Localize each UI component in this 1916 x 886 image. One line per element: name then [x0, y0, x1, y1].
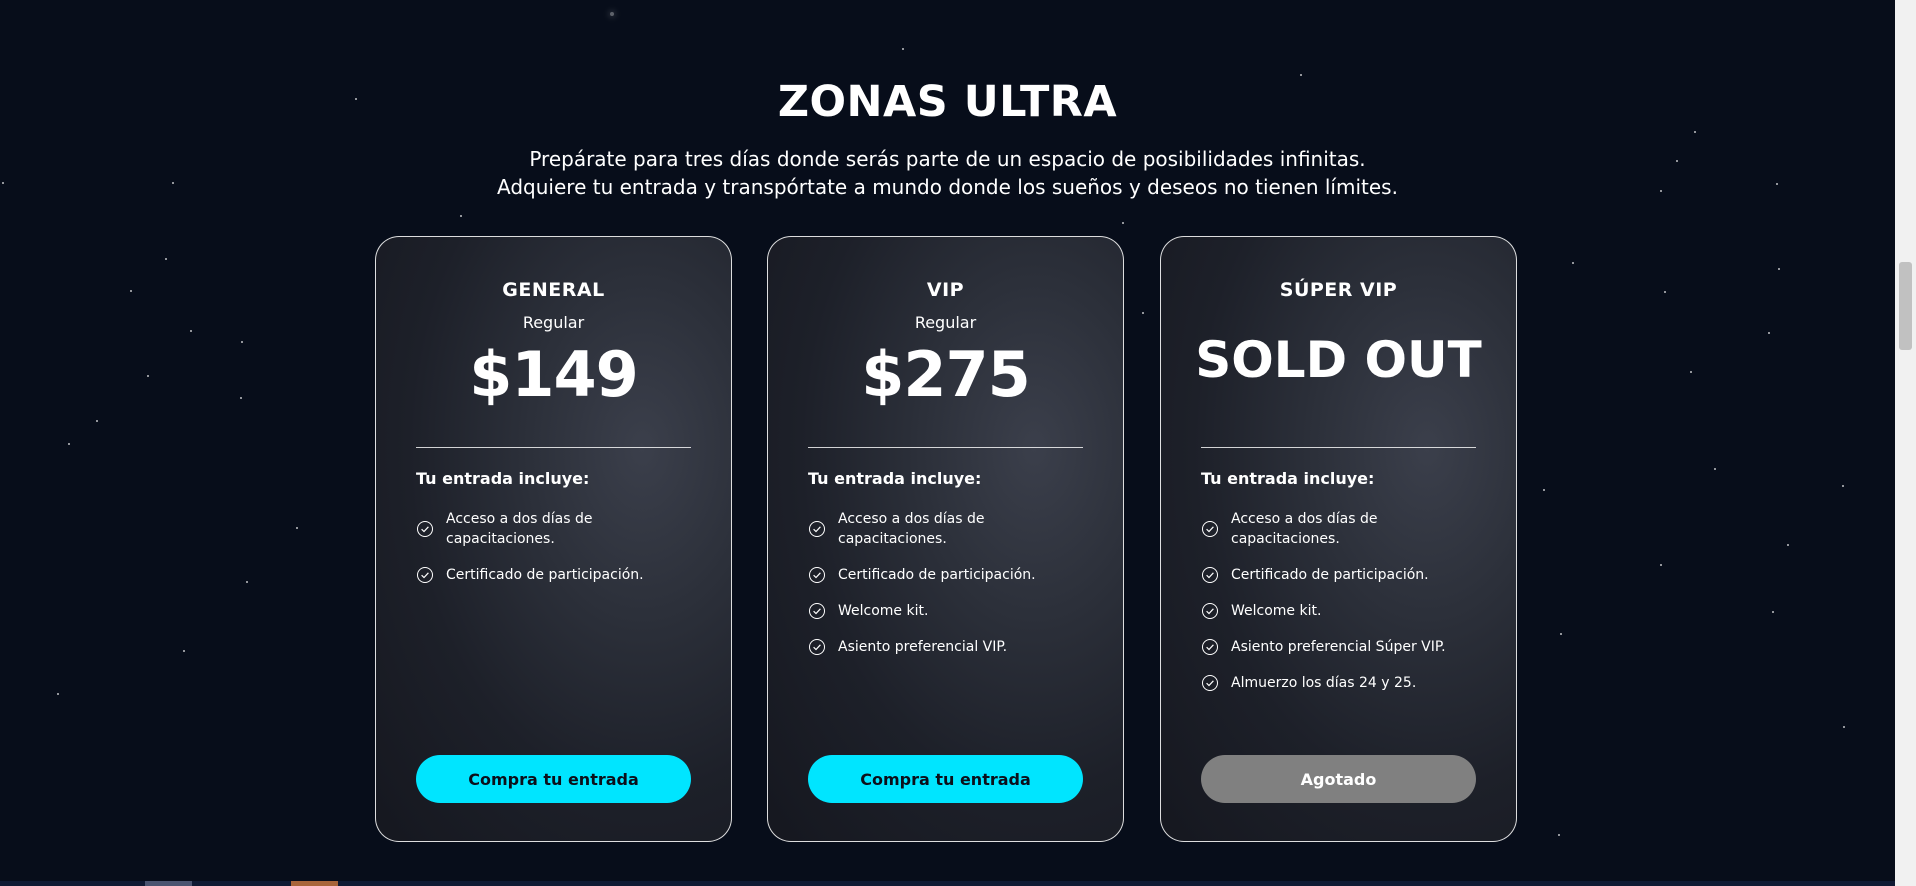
- feature-list: Acceso a dos días de capacitaciones. Cer…: [416, 509, 701, 601]
- check-circle-icon: [1202, 675, 1218, 691]
- feature-list: Acceso a dos días de capacitaciones. Cer…: [808, 509, 1093, 673]
- feature-text: Acceso a dos días de capacitaciones.: [446, 511, 593, 547]
- tier-name: SÚPER VIP: [1279, 279, 1398, 301]
- check-circle-icon: [1202, 521, 1218, 537]
- feature-text: Almuerzo los días 24 y 25.: [1231, 675, 1417, 691]
- tier-price: $149: [469, 338, 639, 411]
- feature-list: Acceso a dos días de capacitaciones. Cer…: [1201, 509, 1486, 709]
- ticket-card-general: GENERAL Regular $149 Tu entrada incluye:…: [375, 236, 732, 842]
- check-circle-icon: [809, 603, 825, 619]
- footer-tab: [145, 881, 192, 886]
- feature-text: Certificado de participación.: [838, 567, 1036, 583]
- pricing-section: ZONAS ULTRA Prepárate para tres días don…: [0, 0, 1895, 886]
- buy-ticket-button[interactable]: Compra tu entrada: [808, 755, 1083, 803]
- ticket-card-vip: VIP Regular $275 Tu entrada incluye: Acc…: [767, 236, 1124, 842]
- feature-text: Asiento preferencial Súper VIP.: [1231, 639, 1446, 655]
- feature-item: Acceso a dos días de capacitaciones.: [1201, 509, 1486, 549]
- subtitle-line-2: Adquiere tu entrada y transpórtate a mun…: [497, 175, 1398, 199]
- ticket-card-super-vip: SÚPER VIP SOLD OUT Tu entrada incluye: A…: [1160, 236, 1517, 842]
- check-circle-icon: [1202, 567, 1218, 583]
- feature-item: Certificado de participación.: [808, 565, 1093, 585]
- check-circle-icon: [809, 639, 825, 655]
- check-circle-icon: [417, 567, 433, 583]
- includes-label: Tu entrada incluye:: [416, 469, 590, 488]
- divider: [1201, 447, 1476, 448]
- includes-label: Tu entrada incluye:: [808, 469, 982, 488]
- feature-item: Asiento preferencial Súper VIP.: [1201, 637, 1486, 657]
- feature-text: Certificado de participación.: [446, 567, 644, 583]
- page-scrollbar[interactable]: [1895, 0, 1916, 886]
- sold-out-label: SOLD OUT: [1195, 331, 1482, 389]
- check-circle-icon: [809, 567, 825, 583]
- tier-price: $275: [861, 338, 1031, 411]
- footer-strip: [0, 881, 1895, 886]
- feature-text: Acceso a dos días de capacitaciones.: [838, 511, 985, 547]
- check-circle-icon: [417, 521, 433, 537]
- feature-text: Acceso a dos días de capacitaciones.: [1231, 511, 1378, 547]
- tier-name: VIP: [926, 279, 965, 301]
- feature-text: Certificado de participación.: [1231, 567, 1429, 583]
- feature-item: Asiento preferencial VIP.: [808, 637, 1093, 657]
- tier-name: GENERAL: [502, 279, 605, 301]
- section-subtitle: Prepárate para tres días donde serás par…: [0, 145, 1895, 201]
- check-circle-icon: [809, 521, 825, 537]
- feature-item: Welcome kit.: [808, 601, 1093, 621]
- tier-subtitle: Regular: [522, 313, 585, 332]
- check-circle-icon: [1202, 639, 1218, 655]
- feature-item: Certificado de participación.: [1201, 565, 1486, 585]
- divider: [808, 447, 1083, 448]
- section-title: ZONAS ULTRA: [777, 77, 1118, 127]
- tier-subtitle: Regular: [914, 313, 977, 332]
- feature-text: Asiento preferencial VIP.: [838, 639, 1008, 655]
- footer-tab: [291, 881, 338, 886]
- buy-ticket-button[interactable]: Compra tu entrada: [416, 755, 691, 803]
- feature-item: Almuerzo los días 24 y 25.: [1201, 673, 1486, 693]
- subtitle-line-1: Prepárate para tres días donde serás par…: [529, 147, 1366, 171]
- includes-label: Tu entrada incluye:: [1201, 469, 1375, 488]
- check-circle-icon: [1202, 603, 1218, 619]
- sold-out-button[interactable]: Agotado: [1201, 755, 1476, 803]
- scrollbar-thumb[interactable]: [1899, 262, 1912, 350]
- feature-item: Acceso a dos días de capacitaciones.: [808, 509, 1093, 549]
- feature-item: Certificado de participación.: [416, 565, 701, 585]
- divider: [416, 447, 691, 448]
- feature-text: Welcome kit.: [838, 603, 929, 619]
- feature-text: Welcome kit.: [1231, 603, 1322, 619]
- feature-item: Welcome kit.: [1201, 601, 1486, 621]
- feature-item: Acceso a dos días de capacitaciones.: [416, 509, 701, 549]
